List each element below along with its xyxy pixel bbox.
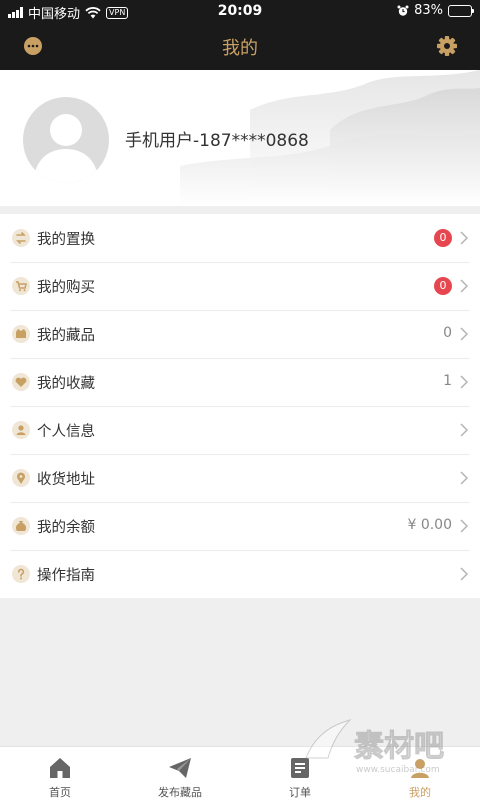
count-badge: 0 bbox=[434, 277, 452, 295]
chevron-right-icon bbox=[460, 423, 469, 437]
chevron-right-icon bbox=[460, 327, 469, 341]
tab-label: 首页 bbox=[49, 786, 71, 799]
menu-item-label: 操作指南 bbox=[37, 568, 95, 584]
status-right: 83% bbox=[397, 3, 474, 18]
chevron-right-icon bbox=[460, 471, 469, 485]
tab-label: 我的 bbox=[409, 786, 431, 799]
menu-item-label: 收货地址 bbox=[37, 472, 95, 488]
carrier-label: 中国移动 bbox=[28, 7, 81, 22]
menu-item-label: 我的余额 bbox=[37, 520, 95, 536]
home-icon bbox=[50, 758, 70, 778]
question-icon bbox=[12, 565, 30, 583]
chevron-right-icon bbox=[460, 519, 469, 533]
tab-mine[interactable]: 我的 bbox=[360, 747, 480, 800]
menu-item-favorites[interactable]: 我的收藏 1 bbox=[0, 358, 480, 406]
cart-icon bbox=[12, 277, 30, 295]
order-icon bbox=[291, 758, 309, 778]
collection-icon bbox=[12, 325, 30, 343]
menu-item-label: 我的藏品 bbox=[37, 328, 95, 344]
chevron-right-icon bbox=[460, 375, 469, 389]
count-value: 0 bbox=[443, 325, 452, 341]
wifi-icon bbox=[85, 6, 101, 18]
person-icon bbox=[12, 421, 30, 439]
menu-item-personal-info[interactable]: 个人信息 bbox=[0, 406, 480, 454]
profile-card: 手机用户-187****0868 bbox=[0, 70, 480, 206]
top-bar: 中国移动 VPN 20:09 83% 我的 bbox=[0, 0, 480, 70]
menu-item-label: 我的置换 bbox=[37, 232, 95, 248]
heart-icon bbox=[12, 373, 30, 391]
menu-item-guide[interactable]: 操作指南 bbox=[0, 550, 480, 598]
exchange-icon bbox=[12, 229, 30, 247]
chevron-right-icon bbox=[460, 567, 469, 581]
tab-home[interactable]: 首页 bbox=[0, 747, 120, 800]
menu-item-label: 我的购买 bbox=[37, 280, 95, 296]
menu-item-collection[interactable]: 我的藏品 0 bbox=[0, 310, 480, 358]
page-title: 我的 bbox=[222, 38, 258, 59]
battery-icon bbox=[448, 4, 474, 17]
user-icon bbox=[411, 759, 429, 778]
menu-item-label: 个人信息 bbox=[37, 424, 95, 440]
tab-orders[interactable]: 订单 bbox=[240, 747, 360, 800]
menu-item-address[interactable]: 收货地址 bbox=[0, 454, 480, 502]
tab-publish[interactable]: 发布藏品 bbox=[120, 747, 240, 800]
paper-plane-icon bbox=[169, 758, 191, 778]
battery-percent: 83% bbox=[414, 3, 443, 18]
count-value: 1 bbox=[443, 373, 452, 389]
nav-bar: 我的 bbox=[0, 26, 480, 66]
vpn-badge: VPN bbox=[106, 6, 129, 19]
money-bag-icon bbox=[12, 517, 30, 535]
tab-bar: 首页 发布藏品 订单 我的 bbox=[0, 746, 480, 800]
avatar[interactable] bbox=[23, 97, 109, 183]
gear-icon[interactable] bbox=[437, 36, 457, 56]
menu-item-label: 我的收藏 bbox=[37, 376, 95, 392]
menu-item-purchases[interactable]: 我的购买 0 bbox=[0, 262, 480, 310]
signal-icon bbox=[8, 7, 23, 18]
menu-item-exchange[interactable]: 我的置换 0 bbox=[0, 214, 480, 262]
menu-item-balance[interactable]: 我的余额 ¥ 0.00 bbox=[0, 502, 480, 550]
chevron-right-icon bbox=[460, 279, 469, 293]
alarm-icon bbox=[397, 5, 409, 16]
balance-value: ¥ 0.00 bbox=[407, 517, 452, 533]
count-badge: 0 bbox=[434, 229, 452, 247]
menu-list: 我的置换 0 我的购买 0 我的藏品 0 我的收藏 1 个人信息 收货地址 我的… bbox=[0, 214, 480, 598]
tab-label: 发布藏品 bbox=[158, 786, 202, 799]
tab-label: 订单 bbox=[289, 786, 311, 799]
default-avatar-icon bbox=[33, 114, 99, 183]
chevron-right-icon bbox=[460, 231, 469, 245]
status-bar: 中国移动 VPN 20:09 83% bbox=[0, 0, 480, 22]
location-icon bbox=[12, 469, 30, 487]
username[interactable]: 手机用户-187****0868 bbox=[125, 126, 309, 151]
status-left: 中国移动 VPN bbox=[8, 3, 129, 22]
